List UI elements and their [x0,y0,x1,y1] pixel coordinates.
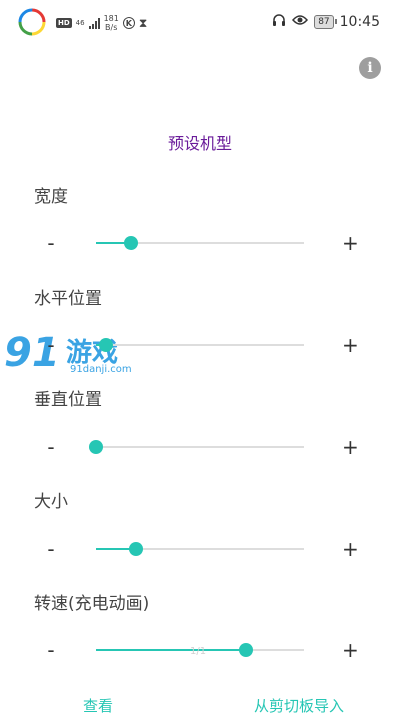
speed-increase-button[interactable]: + [342,635,359,665]
rotation-speed-label: 转速(充电动画) [34,594,150,614]
signal-icon [88,17,100,29]
size-slider-row: - + [0,534,400,564]
size-slider[interactable] [96,542,304,556]
vertical-position-slider[interactable] [89,440,304,454]
horizontal-position-slider[interactable] [96,338,304,352]
page-indicator: 1/1 [190,646,207,657]
network-type: 46 [75,19,85,27]
slider-thumb[interactable] [89,440,103,454]
vertical-increase-button[interactable]: + [342,432,359,462]
vertical-position-label: 垂直位置 [34,390,102,410]
speed-decrease-button[interactable]: - [44,635,58,665]
slider-thumb[interactable] [128,542,143,556]
width-slider[interactable] [96,236,304,250]
width-decrease-button[interactable]: - [44,228,58,258]
speed-unit: B/s [105,23,118,32]
slider-thumb[interactable] [124,236,139,250]
watermark-url: 91danji.com [70,364,132,375]
horizontal-position-slider-row: - + [0,330,400,360]
status-bar: HD 46 181 B/s K ⧗ 87 10:45 [0,0,400,46]
info-icon[interactable]: i [359,57,381,79]
import-from-clipboard-button[interactable]: 从剪切板导入 [254,695,344,716]
page-title: 预设机型 [167,134,232,153]
k-icon: K [122,17,135,29]
horizontal-decrease-button[interactable]: - [44,330,58,360]
headset-icon [272,13,286,31]
width-slider-row: - + [0,228,400,258]
width-increase-button[interactable]: + [342,228,359,258]
app-ring-icon [18,8,46,36]
size-decrease-button[interactable]: - [44,534,58,564]
eye-icon [292,14,309,30]
vertical-decrease-button[interactable]: - [44,432,58,462]
horizontal-increase-button[interactable]: + [342,330,359,360]
clock: 10:45 [339,14,380,30]
size-label: 大小 [34,492,68,512]
horizontal-position-label: 水平位置 [34,289,102,309]
hd-badge: HD [56,18,72,28]
view-button[interactable]: 查看 [83,695,113,716]
slider-thumb[interactable] [99,338,114,352]
battery-indicator: 87 [314,15,338,29]
width-label: 宽度 [34,187,68,207]
vertical-position-slider-row: - + [0,432,400,462]
hourglass-icon: ⧗ [138,15,148,30]
speed-value: 181 [103,14,119,23]
network-speed: 181 B/s [104,14,119,32]
size-increase-button[interactable]: + [342,534,359,564]
slider-thumb[interactable] [238,643,253,657]
slider-fill [96,649,246,651]
